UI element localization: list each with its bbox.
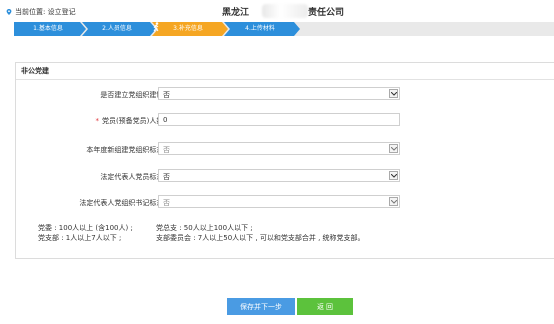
member-count-input[interactable]: 0 bbox=[158, 113, 400, 126]
field-label: 法定代表人党组织书记标志 : bbox=[79, 199, 168, 207]
back-button[interactable]: 返 回 bbox=[297, 298, 353, 315]
field-row-party-org: 是否建立党组织建制 : 否 bbox=[16, 87, 554, 101]
step-label: 4.上传材料 bbox=[245, 25, 275, 32]
field-row-new-party-org: 本年度新组建党组织标志 : 否 bbox=[16, 142, 554, 156]
company-name-prefix: 黑龙江 bbox=[222, 8, 250, 18]
required-asterisk: * bbox=[95, 117, 99, 125]
top-bar: 当前位置: 设立登记 黑龙江 责任公司 bbox=[0, 0, 554, 22]
chevron-down-icon[interactable] bbox=[389, 89, 398, 98]
legal-rep-member-select[interactable]: 否 bbox=[158, 169, 400, 182]
party-building-panel: 非公党建 是否建立党组织建制 : 否 * 党员(预备党员)人数 : 0 本年度新组… bbox=[15, 62, 554, 259]
step-personnel-info[interactable]: 2.人员信息 bbox=[82, 22, 156, 36]
step-label: 3.补充信息 bbox=[173, 25, 203, 32]
location-text: 当前位置: 设立登记 bbox=[15, 8, 76, 16]
panel-title: 非公党建 bbox=[21, 67, 49, 75]
note-branch: 党支部 : 1人以上7人以下 ; bbox=[38, 234, 122, 242]
running-person-icon bbox=[153, 22, 159, 32]
divider bbox=[16, 79, 554, 80]
chevron-down-icon[interactable] bbox=[389, 144, 398, 153]
note-general-branch: 党总支 : 50人以上100人以下 ; bbox=[156, 224, 253, 232]
company-name-redaction bbox=[262, 4, 308, 18]
select-value: 否 bbox=[163, 199, 170, 207]
select-value: 否 bbox=[163, 91, 170, 99]
field-row-legal-rep-secretary: 法定代表人党组织书记标志 : 否 bbox=[16, 195, 554, 209]
step-basic-info[interactable]: 1.基本信息 bbox=[14, 22, 86, 36]
input-value: 0 bbox=[163, 116, 168, 124]
field-label: 本年度新组建党组织标志 : bbox=[86, 146, 168, 154]
step-label: 2.人员信息 bbox=[102, 25, 132, 32]
field-row-legal-rep-member: 法定代表人党员标志 : 否 bbox=[16, 169, 554, 183]
step-supplementary-info[interactable]: 3.补充信息 bbox=[152, 22, 228, 36]
chevron-down-icon[interactable] bbox=[389, 197, 398, 206]
note-party-committee: 党委 : 100人以上 (含100人) ; bbox=[38, 224, 133, 232]
location-breadcrumb: 当前位置: 设立登记 bbox=[6, 7, 76, 17]
new-party-org-select[interactable]: 否 bbox=[158, 142, 400, 155]
chevron-down-icon[interactable] bbox=[389, 171, 398, 180]
field-row-member-count: * 党员(预备党员)人数 : 0 bbox=[16, 113, 554, 127]
save-and-next-button[interactable]: 保存并下一步 bbox=[227, 298, 295, 315]
party-org-select[interactable]: 否 bbox=[158, 87, 400, 100]
select-value: 否 bbox=[163, 146, 170, 154]
note-branch-committee: 支部委员会 : 7人以上50人以下 , 可以和党支部合并 , 统称党支部。 bbox=[156, 234, 365, 242]
location-pin-icon bbox=[6, 9, 12, 15]
select-value: 否 bbox=[163, 173, 170, 181]
legal-rep-secretary-select[interactable]: 否 bbox=[158, 195, 400, 208]
company-name-suffix: 责任公司 bbox=[308, 8, 345, 18]
step-progress-bar: 1.基本信息 2.人员信息 3.补充信息 4.上传材料 bbox=[14, 22, 554, 36]
step-upload-materials[interactable]: 4.上传材料 bbox=[224, 22, 300, 36]
step-label: 1.基本信息 bbox=[33, 25, 63, 32]
